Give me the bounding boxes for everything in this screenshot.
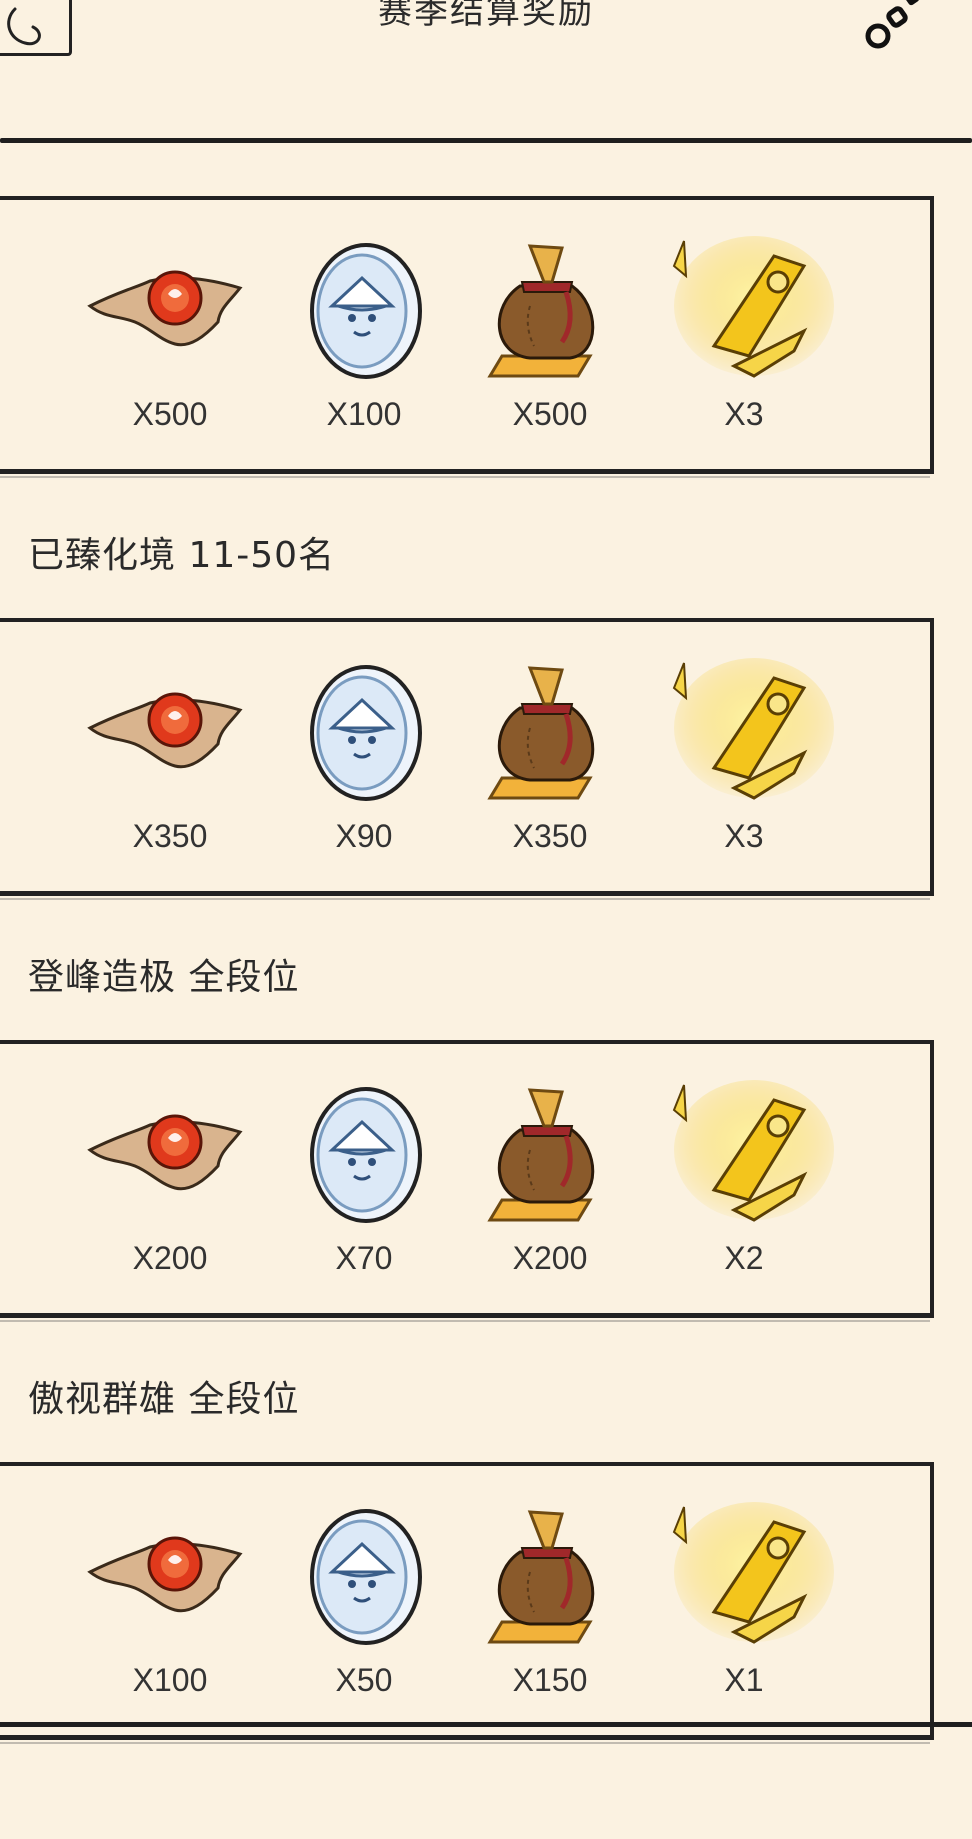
reward-card-3: X200 X70 X200 X2 [0, 1040, 934, 1322]
golden-blade-shards-icon [654, 236, 834, 386]
reward-quantity: X1 [724, 1662, 764, 1698]
reward-item[interactable]: X3 [654, 236, 834, 446]
silver-hat-coin-icon [274, 236, 454, 386]
money-bag-gold-bar-icon [460, 658, 640, 808]
reward-quantity: X70 [335, 1240, 393, 1276]
silver-hat-coin-icon [274, 1080, 454, 1230]
reward-item[interactable]: X1 [654, 1502, 834, 1712]
chain-settings-icon [865, 0, 920, 49]
tier-label-4: 傲视群雄 全段位 [28, 1379, 300, 1420]
golden-blade-shards-icon [654, 1080, 834, 1230]
money-bag-gold-bar-icon [460, 1080, 640, 1230]
settings-button[interactable] [860, 0, 930, 60]
reward-quantity: X500 [132, 396, 208, 432]
reward-item[interactable]: X350 [460, 658, 640, 868]
header: 赛季结算奖励 [0, 0, 972, 150]
header-divider [0, 138, 972, 143]
silver-hat-coin-icon [274, 658, 454, 808]
reward-quantity: X200 [512, 1240, 588, 1276]
money-bag-gold-bar-icon [460, 236, 640, 386]
golden-blade-shards-icon [654, 1502, 834, 1652]
reward-item[interactable]: X3 [654, 658, 834, 868]
reward-item[interactable]: X350 [80, 658, 260, 868]
reward-item[interactable]: X500 [80, 236, 260, 446]
reward-quantity: X200 [132, 1240, 208, 1276]
reward-item[interactable]: X500 [460, 236, 640, 446]
reward-quantity: X350 [132, 818, 208, 854]
money-bag-gold-bar-icon [460, 1502, 640, 1652]
red-orb-on-cloth-icon [80, 1502, 260, 1652]
reward-quantity: X90 [335, 818, 393, 854]
tier-label-2: 已臻化境 11-50名 [28, 535, 336, 576]
reward-item[interactable]: X50 [274, 1502, 454, 1712]
red-orb-on-cloth-icon [80, 658, 260, 808]
reward-card-1: X500 X100 X500 X3 [0, 196, 934, 478]
reward-quantity: X100 [326, 396, 402, 432]
reward-quantity: X3 [724, 396, 764, 432]
footer-divider [0, 1722, 972, 1727]
golden-blade-shards-icon [654, 658, 834, 808]
reward-quantity: X100 [132, 1662, 208, 1698]
reward-item[interactable]: X2 [654, 1080, 834, 1290]
reward-item[interactable]: X90 [274, 658, 454, 868]
silver-hat-coin-icon [274, 1502, 454, 1652]
reward-item[interactable]: X200 [460, 1080, 640, 1290]
reward-quantity: X150 [512, 1662, 588, 1698]
reward-quantity: X500 [512, 396, 588, 432]
reward-quantity: X50 [335, 1662, 393, 1698]
reward-item[interactable]: X150 [460, 1502, 640, 1712]
red-orb-on-cloth-icon [80, 1080, 260, 1230]
reward-card-2: X350 X90 X350 X3 [0, 618, 934, 900]
tier-label-3: 登峰造极 全段位 [28, 957, 300, 998]
red-orb-on-cloth-icon [80, 236, 260, 386]
reward-item[interactable]: X200 [80, 1080, 260, 1290]
reward-quantity: X2 [724, 1240, 764, 1276]
reward-item[interactable]: X70 [274, 1080, 454, 1290]
reward-item[interactable]: X100 [274, 236, 454, 446]
reward-quantity: X350 [512, 818, 588, 854]
reward-item[interactable]: X100 [80, 1502, 260, 1712]
page-title: 赛季结算奖励 [378, 0, 594, 32]
reward-card-4: X100 X50 X150 X1 [0, 1462, 934, 1744]
reward-quantity: X3 [724, 818, 764, 854]
